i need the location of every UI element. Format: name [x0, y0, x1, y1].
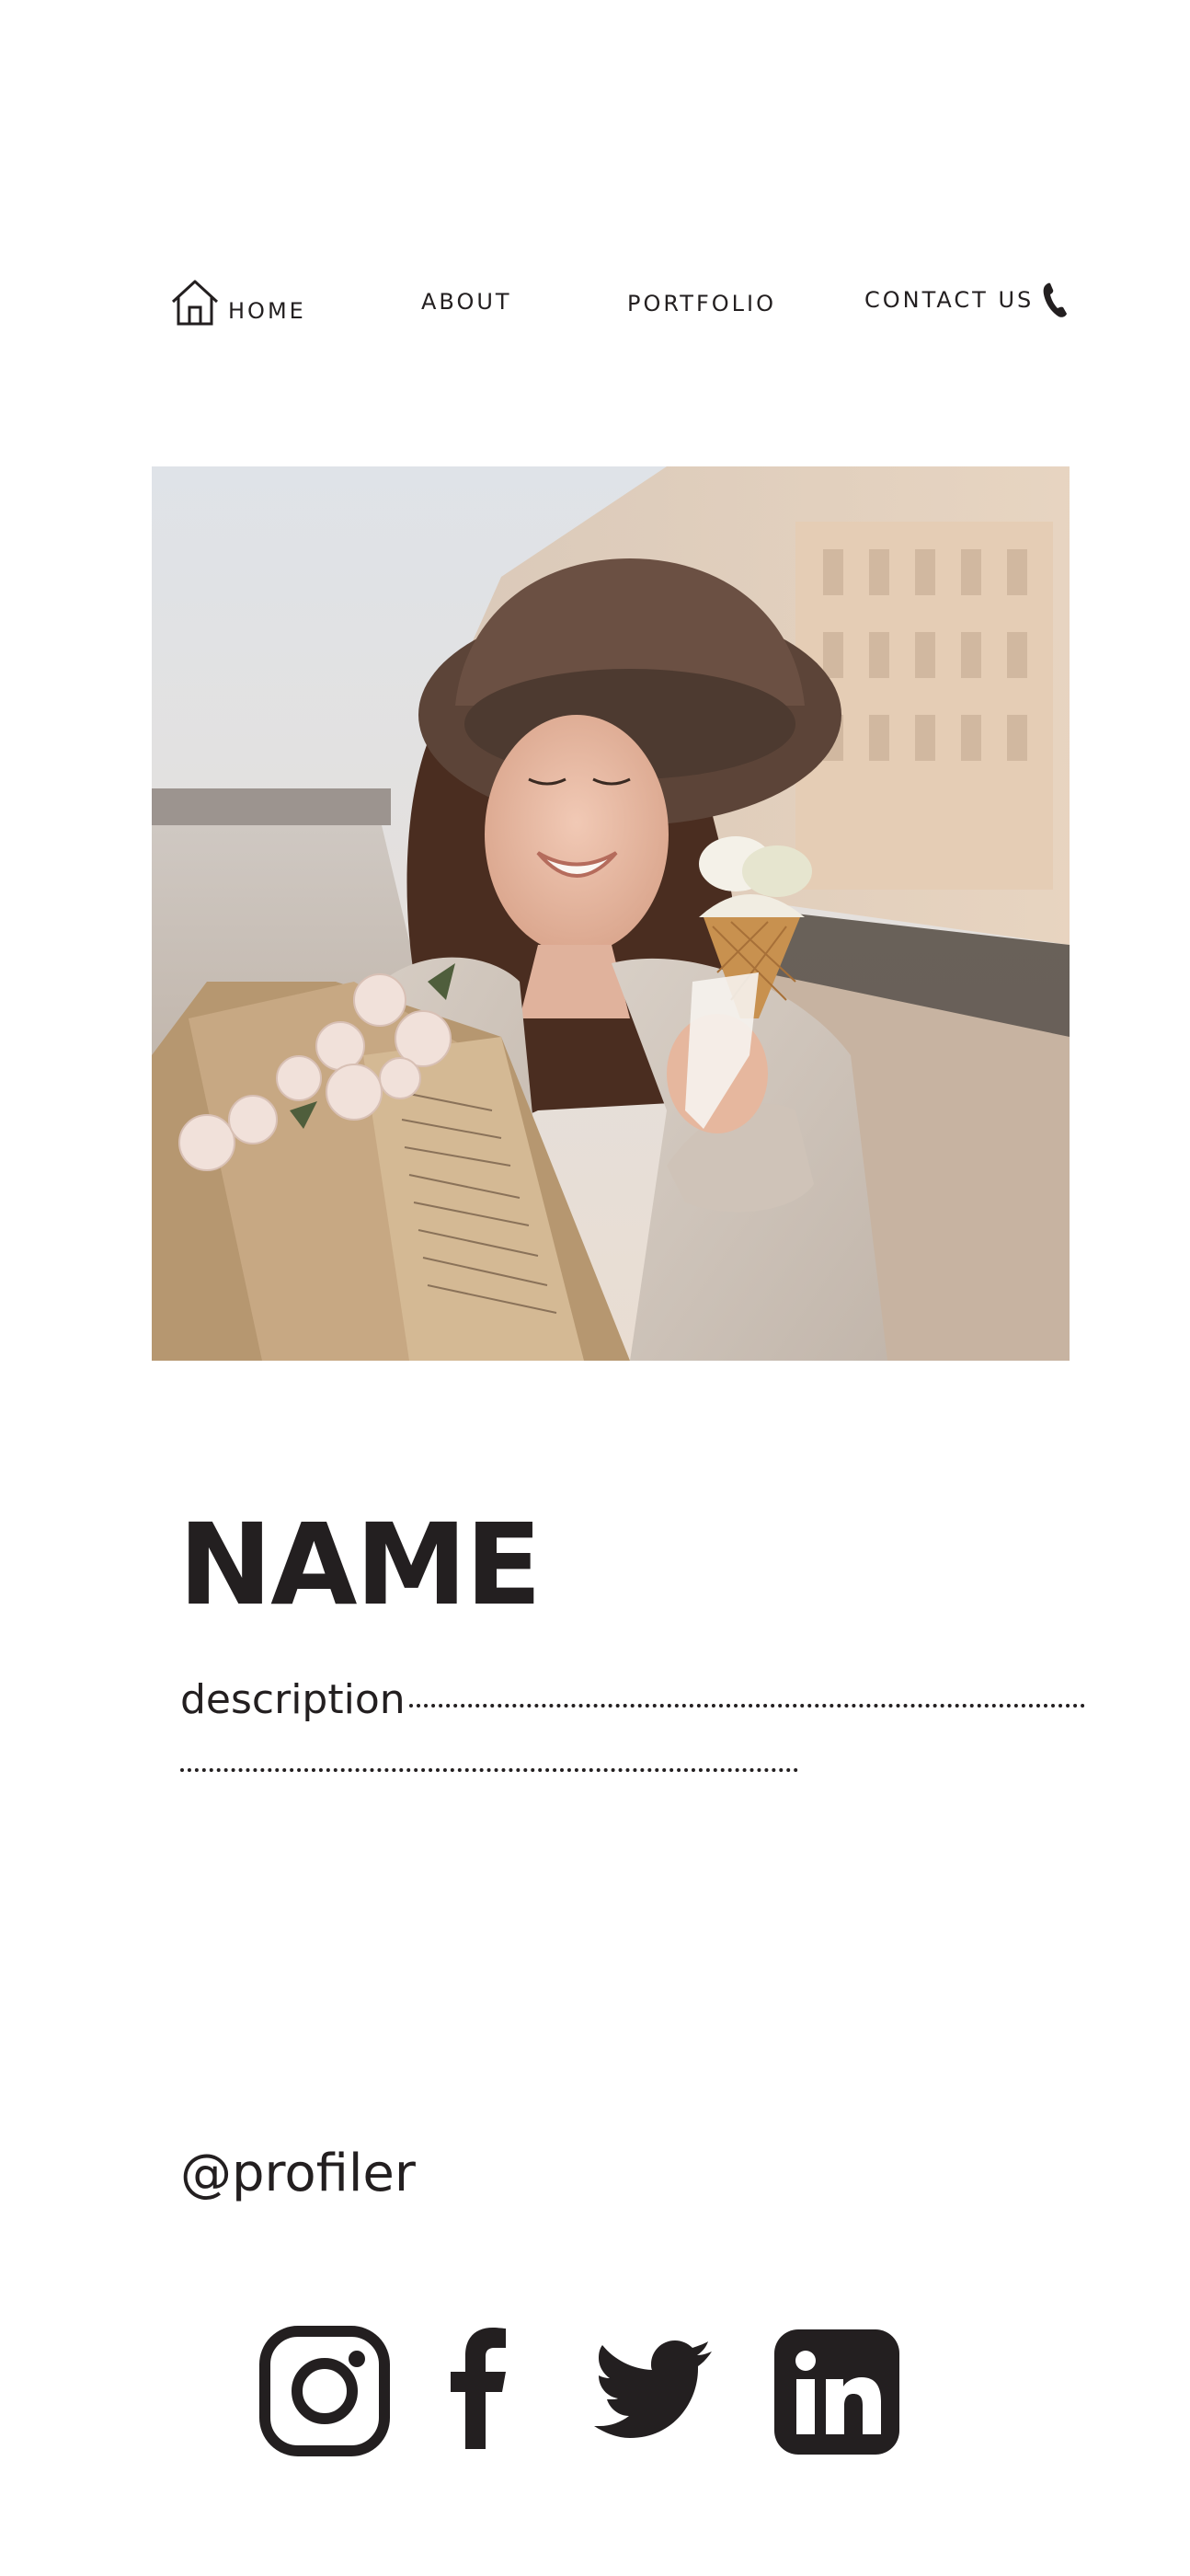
- nav-about[interactable]: ABOUT: [421, 289, 512, 315]
- nav-home[interactable]: HOME: [169, 278, 306, 328]
- description-dotted-line: [408, 1704, 1085, 1708]
- profile-handle: @profiler: [180, 2144, 416, 2203]
- top-nav: HOME ABOUT PORTFOLIO CONTACT US: [0, 267, 1190, 340]
- nav-portfolio-label: PORTFOLIO: [627, 291, 776, 316]
- home-icon: [169, 278, 221, 328]
- nav-about-label: ABOUT: [421, 289, 512, 315]
- instagram-icon[interactable]: [259, 2326, 390, 2456]
- description-dotted-line-2: [180, 1768, 798, 1772]
- hero-photo: [152, 466, 1070, 1361]
- nav-home-label: HOME: [228, 298, 306, 324]
- nav-contact-us[interactable]: CONTACT US: [864, 282, 1069, 318]
- social-links: [0, 2326, 1190, 2460]
- nav-portfolio[interactable]: PORTFOLIO: [627, 291, 776, 316]
- facebook-icon[interactable]: [449, 2326, 508, 2449]
- linkedin-icon[interactable]: [774, 2329, 899, 2455]
- phone-icon: [1041, 282, 1069, 318]
- description-text: description: [180, 1676, 406, 1723]
- twitter-icon[interactable]: [592, 2340, 712, 2438]
- nav-contact-label: CONTACT US: [864, 287, 1035, 313]
- profile-description: description: [180, 1676, 1085, 1723]
- profile-name: NAME: [178, 1500, 542, 1630]
